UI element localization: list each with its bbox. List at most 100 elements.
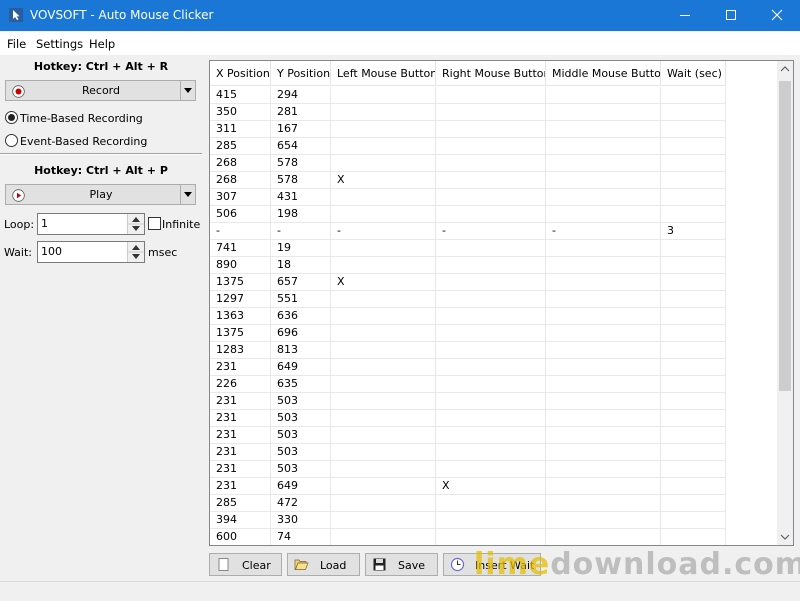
loop-spin-arrows[interactable] xyxy=(127,214,144,234)
cell-middle-button[interactable] xyxy=(546,495,661,512)
cell-left-button[interactable] xyxy=(331,240,436,257)
cell-wait-sec[interactable] xyxy=(661,274,726,291)
menu-file[interactable]: File xyxy=(7,37,26,51)
cell-middle-button[interactable] xyxy=(546,325,661,342)
table-row[interactable]: 394 330 xyxy=(210,512,778,529)
column-header-x-position[interactable]: X Position xyxy=(210,61,271,86)
cell-left-button[interactable] xyxy=(331,461,436,478)
cell-right-button[interactable] xyxy=(436,138,546,155)
cell-wait-sec[interactable] xyxy=(661,342,726,359)
cell-left-button[interactable] xyxy=(331,87,436,104)
cell-right-button[interactable] xyxy=(436,410,546,427)
cell-middle-button[interactable] xyxy=(546,155,661,172)
maximize-button[interactable] xyxy=(708,0,754,31)
record-button[interactable]: Record xyxy=(5,80,196,101)
cell-left-button[interactable] xyxy=(331,512,436,529)
cell-wait-sec[interactable] xyxy=(661,155,726,172)
cell-right-button[interactable] xyxy=(436,274,546,291)
cell-right-button[interactable] xyxy=(436,104,546,121)
cell-x-position[interactable]: 231 xyxy=(210,461,271,478)
cell-x-position[interactable]: 890 xyxy=(210,257,271,274)
cell-y-position[interactable]: 578 xyxy=(271,172,331,189)
cell-middle-button[interactable] xyxy=(546,308,661,325)
cell-wait-sec[interactable] xyxy=(661,121,726,138)
wait-value[interactable]: 100 xyxy=(41,245,62,258)
cell-middle-button[interactable] xyxy=(546,87,661,104)
cell-x-position[interactable]: 741 xyxy=(210,240,271,257)
cell-middle-button[interactable] xyxy=(546,274,661,291)
cell-x-position[interactable]: 268 xyxy=(210,155,271,172)
cell-middle-button[interactable] xyxy=(546,512,661,529)
cell-x-position[interactable]: 1375 xyxy=(210,274,271,291)
cell-left-button[interactable] xyxy=(331,478,436,495)
save-button[interactable]: Save xyxy=(365,553,438,576)
cell-y-position[interactable]: 636 xyxy=(271,308,331,325)
table-row[interactable]: 231 649 xyxy=(210,359,778,376)
cell-y-position[interactable]: 294 xyxy=(271,87,331,104)
column-header-left-button[interactable]: Left Mouse Button xyxy=(331,61,436,86)
scroll-thumb[interactable] xyxy=(779,81,791,391)
load-button[interactable]: Load xyxy=(287,553,360,576)
cell-x-position[interactable]: 231 xyxy=(210,393,271,410)
cell-wait-sec[interactable] xyxy=(661,240,726,257)
vertical-scrollbar[interactable] xyxy=(777,61,793,545)
cell-right-button[interactable]: X xyxy=(436,478,546,495)
cell-left-button[interactable] xyxy=(331,257,436,274)
cell-left-button[interactable] xyxy=(331,495,436,512)
cell-y-position[interactable]: 578 xyxy=(271,155,331,172)
table-row[interactable]: 600 74 xyxy=(210,529,778,545)
cell-y-position[interactable]: - xyxy=(271,223,331,240)
close-button[interactable] xyxy=(754,0,800,31)
cell-wait-sec[interactable] xyxy=(661,495,726,512)
cell-wait-sec[interactable] xyxy=(661,461,726,478)
cell-wait-sec[interactable] xyxy=(661,325,726,342)
cell-x-position[interactable]: 1363 xyxy=(210,308,271,325)
cell-middle-button[interactable] xyxy=(546,359,661,376)
cell-wait-sec[interactable] xyxy=(661,291,726,308)
cell-wait-sec[interactable] xyxy=(661,104,726,121)
cell-wait-sec[interactable] xyxy=(661,257,726,274)
cell-wait-sec[interactable] xyxy=(661,427,726,444)
cell-right-button[interactable] xyxy=(436,359,546,376)
cell-left-button[interactable]: X xyxy=(331,274,436,291)
clear-button[interactable]: Clear xyxy=(209,553,282,576)
cell-y-position[interactable]: 551 xyxy=(271,291,331,308)
cell-middle-button[interactable] xyxy=(546,104,661,121)
cell-right-button[interactable] xyxy=(436,529,546,545)
cell-wait-sec[interactable] xyxy=(661,87,726,104)
cell-y-position[interactable]: 431 xyxy=(271,189,331,206)
cell-right-button[interactable] xyxy=(436,257,546,274)
table-row[interactable]: 231 503 xyxy=(210,410,778,427)
cell-right-button[interactable] xyxy=(436,121,546,138)
actions-grid[interactable]: X Position Y Position Left Mouse Button Rig… xyxy=(209,60,794,546)
cell-left-button[interactable] xyxy=(331,410,436,427)
cell-x-position[interactable]: 285 xyxy=(210,138,271,155)
cell-x-position[interactable]: 415 xyxy=(210,87,271,104)
cell-y-position[interactable]: 654 xyxy=(271,138,331,155)
record-dropdown[interactable] xyxy=(180,81,195,100)
cell-wait-sec[interactable] xyxy=(661,529,726,545)
cell-y-position[interactable]: 167 xyxy=(271,121,331,138)
cell-middle-button[interactable] xyxy=(546,206,661,223)
cell-x-position[interactable]: 506 xyxy=(210,206,271,223)
cell-right-button[interactable] xyxy=(436,427,546,444)
cell-left-button[interactable] xyxy=(331,444,436,461)
cell-right-button[interactable] xyxy=(436,444,546,461)
table-row[interactable]: 506 198 xyxy=(210,206,778,223)
cell-wait-sec[interactable]: 3 xyxy=(661,223,726,240)
wait-spin-arrows[interactable] xyxy=(127,242,144,262)
table-row[interactable]: 231 503 xyxy=(210,461,778,478)
cell-right-button[interactable] xyxy=(436,342,546,359)
cell-wait-sec[interactable] xyxy=(661,376,726,393)
cell-y-position[interactable]: 696 xyxy=(271,325,331,342)
table-row[interactable]: 231 503 xyxy=(210,444,778,461)
cell-left-button[interactable] xyxy=(331,376,436,393)
cell-left-button[interactable] xyxy=(331,342,436,359)
cell-y-position[interactable]: 281 xyxy=(271,104,331,121)
cell-wait-sec[interactable] xyxy=(661,478,726,495)
cell-y-position[interactable]: 472 xyxy=(271,495,331,512)
cell-x-position[interactable]: 285 xyxy=(210,495,271,512)
cell-right-button[interactable] xyxy=(436,87,546,104)
column-header-right-button[interactable]: Right Mouse Button xyxy=(436,61,546,86)
cell-left-button[interactable] xyxy=(331,104,436,121)
